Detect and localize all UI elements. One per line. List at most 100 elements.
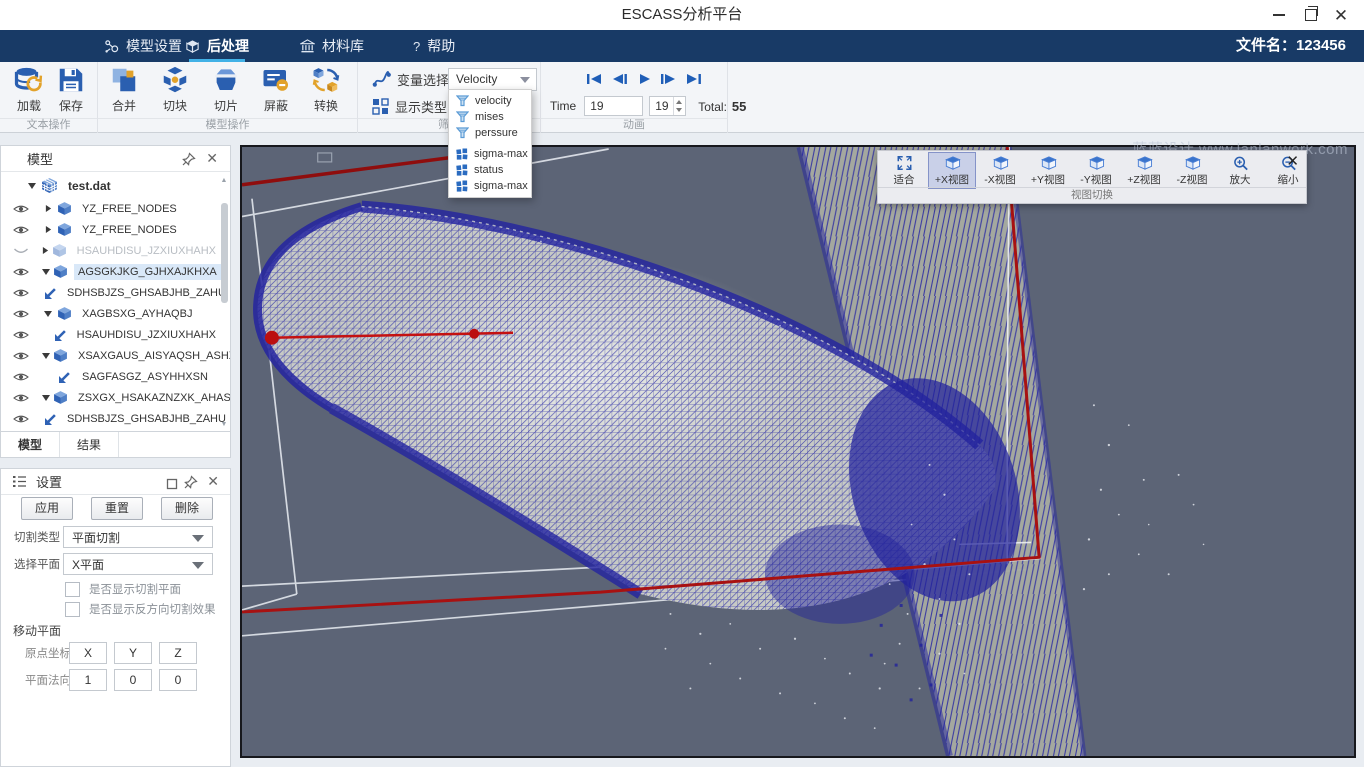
tree-item[interactable]: YZ_FREE_NODES [1,198,220,219]
dropdown-option-status[interactable]: status [449,162,531,178]
tree-item[interactable]: HSAUHDISU_JZXIUXHAHX [1,324,220,345]
skip-last-icon [685,72,703,86]
title-bar: ESCASS分析平台 ✕ [0,0,1364,31]
origin-z-input[interactable]: Z [159,642,197,664]
view-minus-y-button[interactable]: -Y视图 [1072,152,1120,189]
view-plus-z-button[interactable]: +Z视图 [1120,152,1168,189]
reverse-cut-checkbox[interactable]: 是否显示反方向切割效果 [65,601,216,617]
reset-button[interactable]: 重置 [91,497,143,520]
step-forward-button[interactable] [659,72,677,86]
expander-down-icon[interactable] [41,310,55,318]
dropdown-option-velocity[interactable]: velocity [449,93,531,109]
time-input[interactable]: 19 [584,96,643,116]
eye-closed-icon[interactable] [13,245,29,257]
expander-right-icon[interactable] [41,225,55,234]
tree-item[interactable]: XAGBSXG_AYHAQBJ [1,303,220,324]
expander-right-icon[interactable] [41,246,50,255]
eye-icon[interactable] [13,266,29,278]
tree-item[interactable]: SDHSBJZS_GHSABJHB_ZAHU [1,408,220,429]
variable-select-button[interactable]: 变量选择 [372,68,449,90]
tree-item[interactable]: ZSXGX_HSAKAZNZXK_AHASX [1,387,220,408]
dropdown-option-perssure[interactable]: perssure [449,125,531,141]
eye-icon[interactable] [13,350,29,362]
view-minus-z-button[interactable]: -Z视图 [1168,152,1216,189]
origin-y-input[interactable]: Y [114,642,152,664]
eye-icon[interactable] [13,413,29,425]
ribbon-toolbar: 加载 保存 合并 切块 切片 屏蔽 转换 变量选择 显示类型 Velocity [0,62,1364,133]
tab-model-settings[interactable]: 模型设置 [104,30,182,62]
viewport-3d[interactable] [240,145,1356,758]
play-button[interactable] [637,72,651,86]
tab-post-processing[interactable]: 后处理 [185,30,249,62]
step-back-button[interactable] [611,72,629,86]
eye-icon[interactable] [13,287,29,299]
save-button[interactable]: 保存 [45,65,97,117]
minimize-button[interactable] [1264,0,1294,30]
tree-item[interactable]: SDHSBJZS_GHSABJHB_ZAHU [1,282,220,303]
cube-view-icon [1134,154,1154,171]
spinner-arrows[interactable] [673,97,685,115]
zoom-in-button[interactable]: 放大 [1216,152,1264,189]
variable-combo[interactable]: Velocity [448,68,537,91]
expander-down-icon[interactable] [41,394,51,402]
dropdown-option-sigma-max-2[interactable]: sigma-max [449,178,531,194]
origin-x-input[interactable]: X [69,642,107,664]
eye-icon[interactable] [13,308,29,320]
eye-icon[interactable] [13,371,29,383]
tree-item[interactable]: YZ_FREE_NODES [1,219,220,240]
molecule-icon [104,39,119,54]
tree-root[interactable]: test.dat [1,175,220,196]
convert-button[interactable]: 转换 [300,65,352,117]
eye-icon[interactable] [13,224,29,236]
delete-button[interactable]: 删除 [161,497,213,520]
normal-x-input[interactable]: 1 [69,669,107,691]
restore-button[interactable] [1296,0,1326,30]
model-panel-close-button[interactable]: ✕ [206,151,218,166]
expander-right-icon[interactable] [41,204,55,213]
tree-scrollbar[interactable] [221,203,228,303]
tab-material-library[interactable]: 材料库 [300,30,364,62]
close-window-button[interactable]: ✕ [1326,0,1356,30]
tree-item-selected[interactable]: AGSGKJKG_GJHXAJKHXA [1,261,220,282]
slice-button[interactable]: 切片 [200,65,252,117]
view-plus-x-button[interactable]: +X视图 [928,152,976,189]
frame-spinner[interactable]: 19 [649,96,686,116]
eye-icon[interactable] [13,392,29,404]
show-cut-plane-checkbox[interactable]: 是否显示切割平面 [65,581,181,597]
view-toolbar-close-button[interactable]: ✕ [1286,152,1299,170]
tree-item[interactable]: HSAUHDISU_JZXIUXHAHX [1,240,220,261]
scroll-up-icon[interactable]: ▲ [220,177,228,184]
tab-result[interactable]: 结果 [60,432,119,457]
view-plus-y-button[interactable]: +Y视图 [1024,152,1072,189]
dropdown-option-mises[interactable]: mises [449,109,531,125]
plane-select[interactable]: X平面 [63,553,213,575]
apply-button[interactable]: 应用 [21,497,73,520]
restore-panel-icon[interactable] [166,475,178,493]
eye-icon[interactable] [13,329,29,341]
normal-y-input[interactable]: 0 [114,669,152,691]
scroll-down-icon[interactable]: ▼ [220,421,228,428]
mask-button[interactable]: 屏蔽 [250,65,302,117]
tree-item[interactable]: XSAXGAUS_AISYAQSH_ASHX [1,345,220,366]
expander-down-icon[interactable] [41,352,51,360]
eye-icon[interactable] [13,203,29,215]
pin-icon[interactable] [181,151,196,169]
normal-z-input[interactable]: 0 [159,669,197,691]
view-minus-x-button[interactable]: -X视图 [976,152,1024,189]
expander-down-icon[interactable] [41,268,51,276]
display-type-button[interactable]: 显示类型 [372,95,447,117]
tree-item[interactable]: SAGFASGZ_ASYHHXSN [1,366,220,387]
dropdown-option-sigma-max-1[interactable]: sigma-max [449,146,531,162]
cut-block-button[interactable]: 切块 [149,65,201,117]
pin-icon[interactable] [183,474,198,492]
tab-help[interactable]: ? 帮助 [413,30,455,62]
cut-type-select[interactable]: 平面切割 [63,526,213,548]
grid-icon [456,180,468,192]
skip-last-button[interactable] [685,72,703,86]
expander-down-icon[interactable] [25,182,39,190]
fit-view-button[interactable]: 适合 [880,152,928,189]
merge-button[interactable]: 合并 [98,65,150,117]
skip-first-button[interactable] [585,72,603,86]
settings-panel-close-button[interactable]: ✕ [207,474,219,489]
tab-model[interactable]: 模型 [1,432,60,457]
